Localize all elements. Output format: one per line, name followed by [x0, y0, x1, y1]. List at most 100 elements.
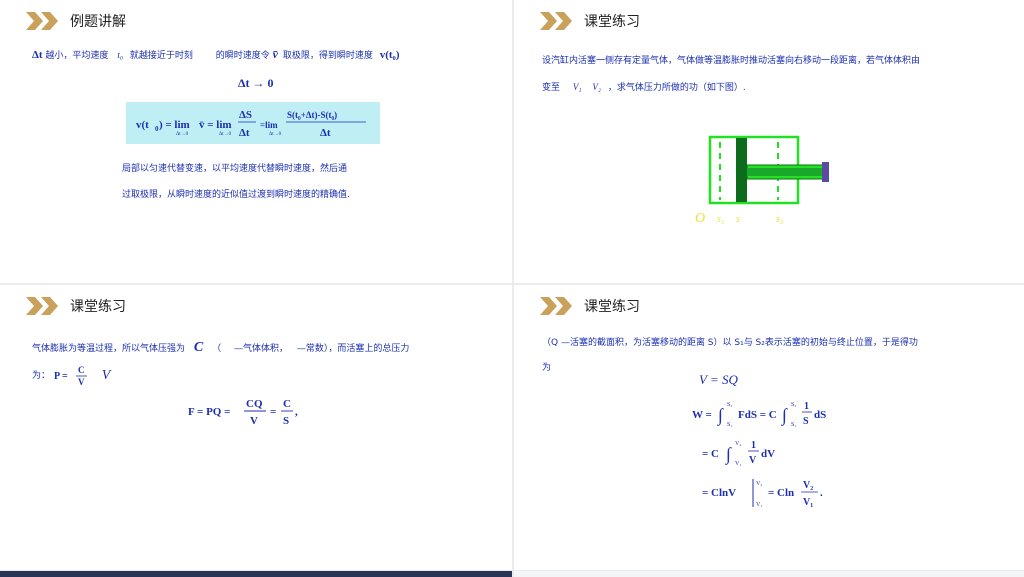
limit-line: Δt → 0 — [238, 76, 274, 90]
svg-text:Δt→0: Δt→0 — [269, 132, 282, 137]
pressure-text-a: 气体膨胀为等温过程，所以气体压强为 — [32, 344, 186, 354]
svg-text:) = lim: ) = lim — [159, 119, 190, 131]
force-formula: F = PQ = CQ V = C S , — [188, 398, 298, 427]
s-label: s — [736, 214, 740, 225]
svg-text:C: C — [78, 365, 85, 375]
delta-t-label: Δt — [32, 49, 43, 61]
svg-text:S₁: S₁ — [727, 422, 732, 428]
v2-label: V₂ — [592, 82, 602, 92]
intro-line: Δt 越小，平均速度 t₀ 就越接近于时刻 的瞬时速度令 v̄ 取极限，得到瞬时… — [32, 47, 400, 63]
work-line-2: 为 — [542, 363, 552, 373]
svg-text:V₂: V₂ — [803, 480, 813, 491]
pressure-text-b: （ — [212, 344, 222, 354]
s1-label: s₁ — [717, 214, 724, 225]
vbar-label: v̄ — [272, 47, 278, 61]
svg-text:dV: dV — [761, 448, 775, 460]
svg-text:F = PQ =: F = PQ = — [188, 406, 230, 418]
svg-text:1: 1 — [751, 440, 756, 451]
svg-text:Δt→0: Δt→0 — [219, 132, 232, 137]
slide-title: 例题讲解 — [70, 14, 126, 30]
svg-text:= Cln: = Cln — [768, 487, 794, 499]
pressure-line-2: 为： P = C V V — [32, 365, 110, 387]
intro-text-b: 就越接近于时刻 — [129, 51, 193, 61]
work-line-1: （Q —活塞的截面积，为活塞移动的距离 S）以 S₁与 S₂表示活塞的初始与终止… — [542, 338, 918, 348]
intro-text-d: 取极限，得到瞬时速度 — [282, 51, 373, 61]
svg-text:v̄ = lim: v̄ = lim — [199, 119, 232, 131]
svg-text:= C: = C — [702, 448, 719, 460]
svg-text:FdS = C: FdS = C — [738, 409, 777, 421]
s2-label: s₂ — [776, 214, 784, 225]
problem-text-b: ，求气体压力所做的功（如下图）. — [607, 83, 746, 93]
svg-text:V: V — [78, 377, 85, 387]
v-symbol: V — [101, 368, 111, 383]
svg-text:S(t₀+Δt)-S(t₀): S(t₀+Δt)-S(t₀) — [287, 110, 337, 120]
svg-text:S: S — [283, 415, 289, 427]
svg-text:W =: W = — [692, 409, 712, 421]
pressure-text-d: —常数），而活塞上的总压力 — [296, 344, 410, 354]
explanation-line-1: 局部以匀速代替变速，以平均速度代替瞬时速度，然后通 — [122, 164, 348, 174]
svg-text:V₂: V₂ — [756, 481, 762, 487]
svg-text:∫: ∫ — [725, 444, 732, 465]
svg-text:Δt: Δt — [320, 127, 331, 139]
svg-text:dS: dS — [814, 409, 826, 421]
next-slide-strip-2 — [514, 571, 1024, 577]
derivative-formula: v(t 0 ) = lim Δt→0 v̄ = lim Δt→0 ΔS Δt =… — [136, 109, 366, 139]
double-chevron-icon — [26, 12, 58, 30]
origin-label: O — [695, 211, 705, 226]
pressure-line-1: 气体膨胀为等温过程，所以气体压强为 C （ —气体体积， —常数），而活塞上的总… — [32, 341, 409, 356]
t0-label: t₀ — [117, 50, 123, 60]
problem-line-2: 变至 V₁ V₂ ，求气体压力所做的功（如下图）. — [542, 80, 746, 95]
v1-label: V₁ — [572, 82, 582, 92]
svg-text:C: C — [283, 398, 291, 410]
slide-exercise-3: 课堂练习 （Q —活塞的截面积，为活塞移动的距离 S）以 S₁与 S₂表示活塞的… — [514, 285, 1024, 570]
svg-text:CQ: CQ — [246, 398, 263, 410]
slide-example: 例题讲解 Δt 越小，平均速度 t₀ 就越接近于时刻 的瞬时速度令 v̄ 取极限… — [0, 0, 512, 283]
svg-text:∫: ∫ — [781, 405, 788, 426]
double-chevron-icon — [540, 297, 572, 315]
intro-text-c: 的瞬时速度令 — [215, 51, 270, 61]
c-symbol: C — [193, 340, 204, 355]
p-equals-c-over-v: P = C V — [54, 365, 87, 387]
slide-header: 课堂练习 — [540, 10, 640, 32]
slide-exercise-2: 课堂练习 气体膨胀为等温过程，所以气体压强为 C （ —气体体积， —常数），而… — [0, 285, 512, 570]
slide-header: 例题讲解 — [26, 10, 126, 32]
svg-text:1: 1 — [804, 401, 809, 412]
svg-text:ΔS: ΔS — [239, 109, 252, 121]
svg-text:=: = — [270, 406, 276, 418]
double-chevron-icon — [26, 297, 58, 315]
svg-text:V₂: V₂ — [735, 441, 741, 447]
slide-title: 课堂练习 — [584, 299, 640, 315]
intro-text-a: 越小，平均速度 — [42, 51, 109, 61]
slide-header: 课堂练习 — [540, 295, 640, 317]
svg-text:S₁: S₁ — [791, 422, 796, 428]
slide-title: 课堂练习 — [584, 14, 640, 30]
svg-text:P =: P = — [54, 371, 68, 382]
problem-line-1: 设汽缸内活塞一侧存有定量气体，气体做等温膨胀时推动活塞向右移动一段距离，若气体体… — [542, 56, 921, 66]
svg-text:S: S — [803, 416, 809, 427]
svg-text:V: V — [749, 455, 757, 466]
svg-text:=lim: =lim — [260, 120, 278, 130]
explanation-line-2: 过取极限，从瞬时速度的近似值过渡到瞬时速度的精确值. — [122, 190, 350, 200]
slide-header: 课堂练习 — [26, 295, 126, 317]
svg-text:V₁: V₁ — [756, 502, 762, 508]
double-chevron-icon — [540, 12, 572, 30]
svg-text:S₂: S₂ — [727, 402, 732, 408]
svg-text:= ClnV: = ClnV — [702, 487, 736, 499]
svg-text:V: V — [250, 415, 258, 427]
work-integral-derivation: W = ∫ S₂ S₁ FdS = C ∫ S₂ S₁ 1 S dS = C ∫… — [692, 401, 826, 508]
svg-text:v(t: v(t — [136, 119, 149, 131]
svg-text:.: . — [820, 487, 823, 499]
problem-text-a: 变至 — [542, 83, 561, 93]
svg-text:S₂: S₂ — [791, 402, 796, 408]
vt0-label: v(t₀) — [379, 49, 400, 61]
slide-title: 课堂练习 — [70, 299, 126, 315]
svg-text:∫: ∫ — [717, 405, 724, 426]
svg-text:V₁: V₁ — [803, 497, 813, 508]
svg-text:Δt: Δt — [239, 127, 250, 139]
next-slide-strip — [0, 571, 512, 577]
cylinder-diagram: O s₁ s s₂ — [695, 135, 829, 226]
formula-box: v(t 0 ) = lim Δt→0 v̄ = lim Δt→0 ΔS Δt =… — [126, 102, 380, 144]
svg-text:Δt→0: Δt→0 — [176, 132, 189, 137]
eq-volume: V = SQ — [699, 372, 738, 387]
pressure-text-e: 为： — [32, 371, 51, 381]
